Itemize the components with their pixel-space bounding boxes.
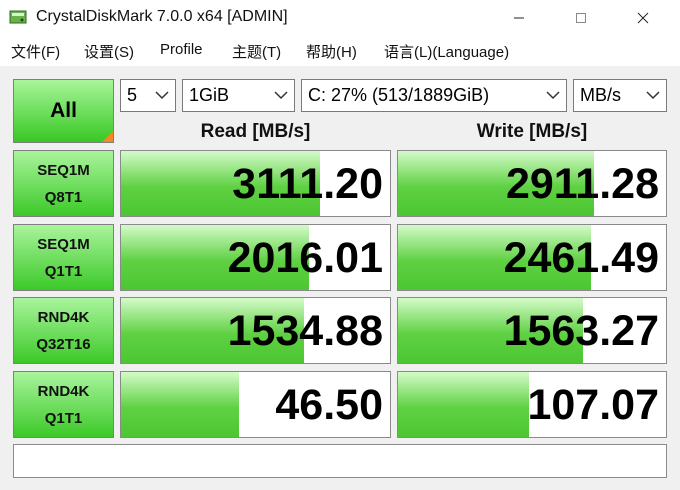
write-result: 107.07 [397, 371, 667, 438]
read-result: 1534.88 [120, 297, 391, 364]
all-button-label: All [50, 99, 77, 122]
read-bar [121, 372, 240, 437]
read-value: 46.50 [275, 381, 383, 429]
test-params: Q1T1 [44, 409, 83, 427]
chevron-down-icon [155, 91, 169, 100]
drive-select[interactable]: C: 27% (513/1889GiB) [301, 79, 567, 112]
menu-file[interactable]: 文件(F) [11, 41, 60, 62]
unit-select[interactable]: MB/s [573, 79, 667, 112]
menu-profile[interactable]: Profile [160, 41, 203, 58]
menu-bar: 文件(F) 设置(S) Profile 主题(T) 帮助(H) 语言(L)(La… [0, 36, 680, 64]
read-result: 46.50 [120, 371, 391, 438]
test-size-value: 1GiB [189, 85, 230, 105]
read-result: 2016.01 [120, 224, 391, 291]
chevron-down-icon [546, 91, 560, 100]
write-value: 1563.27 [503, 307, 659, 355]
menu-language[interactable]: 语言(L)(Language) [384, 41, 509, 62]
test-button-rnd4k-q1t1[interactable]: RND4K Q1T1 [13, 371, 114, 438]
read-value: 1534.88 [227, 307, 383, 355]
menu-settings[interactable]: 设置(S) [84, 41, 134, 62]
write-result: 2911.28 [397, 150, 667, 217]
close-button[interactable] [618, 0, 668, 36]
read-result: 3111.20 [120, 150, 391, 217]
minimize-button[interactable] [494, 0, 544, 36]
unit-value: MB/s [580, 85, 622, 105]
test-name: SEQ1M [37, 161, 90, 179]
maximize-icon [576, 13, 586, 23]
test-count-select[interactable]: 5 [120, 79, 176, 112]
test-params: Q32T16 [36, 335, 91, 353]
close-icon [637, 12, 649, 24]
write-result: 2461.49 [397, 224, 667, 291]
write-result: 1563.27 [397, 297, 667, 364]
test-name: RND4K [37, 382, 90, 400]
write-value: 107.07 [527, 381, 659, 429]
write-value: 2461.49 [503, 234, 659, 282]
chevron-down-icon [646, 91, 660, 100]
all-button[interactable]: All [13, 79, 114, 143]
test-name: SEQ1M [37, 235, 90, 253]
test-name: RND4K [37, 308, 90, 326]
disk-app-icon [9, 10, 27, 24]
minimize-icon [514, 17, 524, 19]
corner-marker-icon [102, 131, 113, 142]
comment-field[interactable] [13, 444, 667, 478]
title-bar: CrystalDiskMark 7.0.0 x64 [ADMIN] [0, 0, 680, 36]
menu-help[interactable]: 帮助(H) [306, 41, 357, 62]
read-value: 3111.20 [232, 160, 383, 208]
test-size-select[interactable]: 1GiB [182, 79, 295, 112]
test-button-rnd4k-q32t16[interactable]: RND4K Q32T16 [13, 297, 114, 364]
read-column-header: Read [MB/s] [200, 121, 311, 142]
chevron-down-icon [274, 91, 288, 100]
write-column-header: Write [MB/s] [476, 121, 588, 142]
test-count-value: 5 [127, 85, 138, 105]
window-title: CrystalDiskMark 7.0.0 x64 [ADMIN] [36, 8, 288, 25]
test-button-seq1m-q8t1[interactable]: SEQ1M Q8T1 [13, 150, 114, 217]
test-button-seq1m-q1t1[interactable]: SEQ1M Q1T1 [13, 224, 114, 291]
read-value: 2016.01 [227, 234, 383, 282]
test-params: Q1T1 [44, 262, 83, 280]
drive-value: C: 27% (513/1889GiB) [308, 85, 490, 105]
write-bar [398, 372, 530, 437]
test-params: Q8T1 [44, 188, 83, 206]
write-value: 2911.28 [505, 160, 659, 208]
maximize-button[interactable] [556, 0, 606, 36]
menu-theme[interactable]: 主题(T) [232, 41, 281, 62]
